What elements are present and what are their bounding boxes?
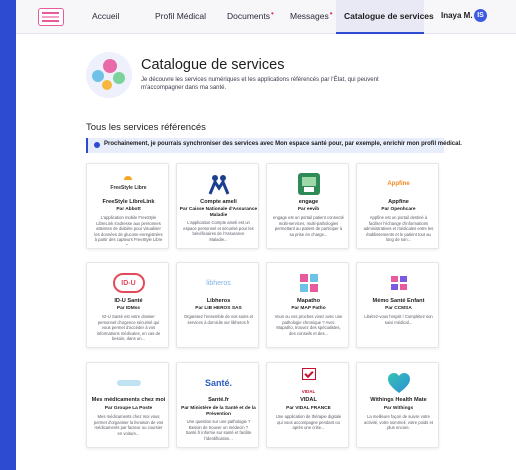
card-name: Mes médicaments chez moi: [91, 397, 166, 403]
documents-notification-dot: •: [271, 9, 274, 18]
card-publisher: Par VIDAL FRANCE: [286, 406, 331, 411]
nav-item-messages[interactable]: Messages•: [290, 9, 333, 21]
info-icon: [94, 142, 100, 148]
service-card-sante-fr[interactable]: Santé. Santé.fr Par Ministère de la Sant…: [176, 362, 259, 448]
card-name: ID-U Santé: [114, 298, 143, 304]
nav-item-catalogue[interactable]: Catalogue de services: [344, 11, 434, 21]
nav-item-documents[interactable]: Documents•: [227, 9, 274, 21]
card-name: VIDAL: [300, 397, 317, 403]
card-publisher: Par Withings: [383, 406, 414, 411]
card-description: Vous ou vos proches vivez avec une patho…: [274, 314, 343, 336]
card-publisher: Par eevib: [297, 207, 320, 212]
card-description: Organisez l'ensemble de vos soins et ser…: [183, 314, 254, 325]
card-description: Mes médicaments chez moi vous permet d'o…: [93, 414, 164, 436]
service-card-withings[interactable]: Withings Health Mate Par Withings La mei…: [356, 362, 439, 448]
card-description: Libérez-vous l'esprit ! Complétez son su…: [364, 314, 433, 325]
card-description: Une application de thérapie digitale qui…: [275, 414, 342, 431]
nav-item-accueil[interactable]: Accueil: [92, 11, 119, 21]
libheros-logo: libheros: [206, 279, 231, 287]
card-name: Libheros: [206, 298, 231, 304]
user-avatar[interactable]: IS: [474, 9, 487, 22]
ameli-logo: [177, 172, 258, 196]
card-description: engage est un portail patient connecté m…: [273, 215, 344, 237]
card-description: L'application mobile FreeStyle LibreLink…: [94, 215, 163, 245]
mes-medicaments-logo: [87, 371, 168, 395]
card-name: Appfine: [388, 199, 409, 205]
page-description: Je découvre les services numériques et l…: [141, 77, 379, 91]
left-accent-bar: [0, 0, 16, 470]
vidal-logo: VIDAL: [267, 368, 348, 395]
card-publisher: Par IDMss: [116, 306, 141, 311]
card-publisher: Par Ministère de la Santé et de la Préve…: [181, 406, 256, 417]
card-publisher: Par CCMSA: [385, 306, 412, 311]
mapatho-logo: [267, 271, 348, 295]
page-title: Catalogue de services: [141, 57, 285, 73]
service-card-mapatho[interactable]: Mapatho Par MAP Patho Vous ou vos proche…: [266, 262, 349, 348]
withings-heart-logo: [357, 371, 438, 395]
service-card-appfine[interactable]: Appfine Appfine Par Openhcare Appfine es…: [356, 163, 439, 249]
card-description: Appfine est un portail destiné à facilit…: [363, 215, 434, 243]
card-name: Mémo Santé Enfant: [372, 298, 425, 304]
id-u-logo: ID-U: [87, 271, 168, 295]
card-publisher: Par LIB HEROS SAS: [195, 306, 242, 311]
mon-espace-sante-logo[interactable]: [38, 8, 64, 26]
sante-fr-logo: Santé.: [204, 378, 232, 388]
service-card-mes-medicaments[interactable]: Mes médicaments chez moi Par Groupe La P…: [86, 362, 169, 448]
card-description: L'application Compte ameli est un espace…: [183, 220, 254, 242]
service-card-memo-sante-enfant[interactable]: Mémo Santé Enfant Par CCMSA Libérez-vous…: [356, 262, 439, 348]
card-name: Santé.fr: [208, 397, 229, 403]
catalogue-illustration: [86, 52, 132, 98]
card-name: Compte ameli: [200, 199, 237, 205]
service-card-vidal[interactable]: VIDAL VIDAL Par VIDAL FRANCE Une applica…: [266, 362, 349, 448]
card-description: ID-U Santé est votre dossier personnel d…: [96, 314, 161, 342]
appfine-logo: Appfine: [387, 181, 410, 187]
card-description: La meilleure façon de suivre votre activ…: [364, 414, 433, 431]
section-title: Tous les services référencés: [86, 122, 206, 133]
service-card-libheros[interactable]: libheros Libheros Par LIB HEROS SAS Orga…: [176, 262, 259, 348]
card-name: Withings Health Mate: [370, 397, 427, 403]
card-description: Une question sur une pathologie ? Besoin…: [185, 419, 252, 441]
service-card-freestyle[interactable]: FreeStyle Libre FreeStyle LibreLink Par …: [86, 163, 169, 249]
messages-notification-dot: •: [329, 9, 333, 18]
memo-sante-logo: [357, 271, 438, 295]
engage-logo: [267, 172, 348, 196]
service-card-id-u-sante[interactable]: ID-U ID-U Santé Par IDMss ID-U Santé est…: [86, 262, 169, 348]
card-publisher: Par Caisse Nationale d'Assurance Maladie: [179, 207, 258, 218]
card-publisher: Par Abbott: [116, 207, 141, 212]
card-name: engage: [298, 199, 319, 205]
service-card-engage[interactable]: engage Par eevib engage est un portail p…: [266, 163, 349, 249]
card-publisher: Par Openhcare: [381, 207, 416, 212]
banner-text: Prochainement, je pourrais synchroniser …: [104, 141, 462, 147]
card-name: Mapatho: [297, 298, 320, 304]
freestyle-logo: FreeStyle Libre: [87, 172, 168, 196]
card-name: FreeStyle LibreLink: [102, 199, 155, 205]
nav-item-profil-medical[interactable]: Profil Médical: [155, 11, 206, 21]
user-menu[interactable]: Inaya M.: [441, 11, 473, 20]
service-card-compte-ameli[interactable]: Compte ameli Par Caisse Nationale d'Assu…: [176, 163, 259, 249]
top-navigation: Accueil Profil Médical Documents• Messag…: [16, 0, 516, 34]
card-publisher: Par MAP Patho: [291, 306, 326, 311]
card-publisher: Par Groupe La Poste: [104, 406, 153, 411]
info-banner: Prochainement, je pourrais synchroniser …: [86, 138, 462, 153]
